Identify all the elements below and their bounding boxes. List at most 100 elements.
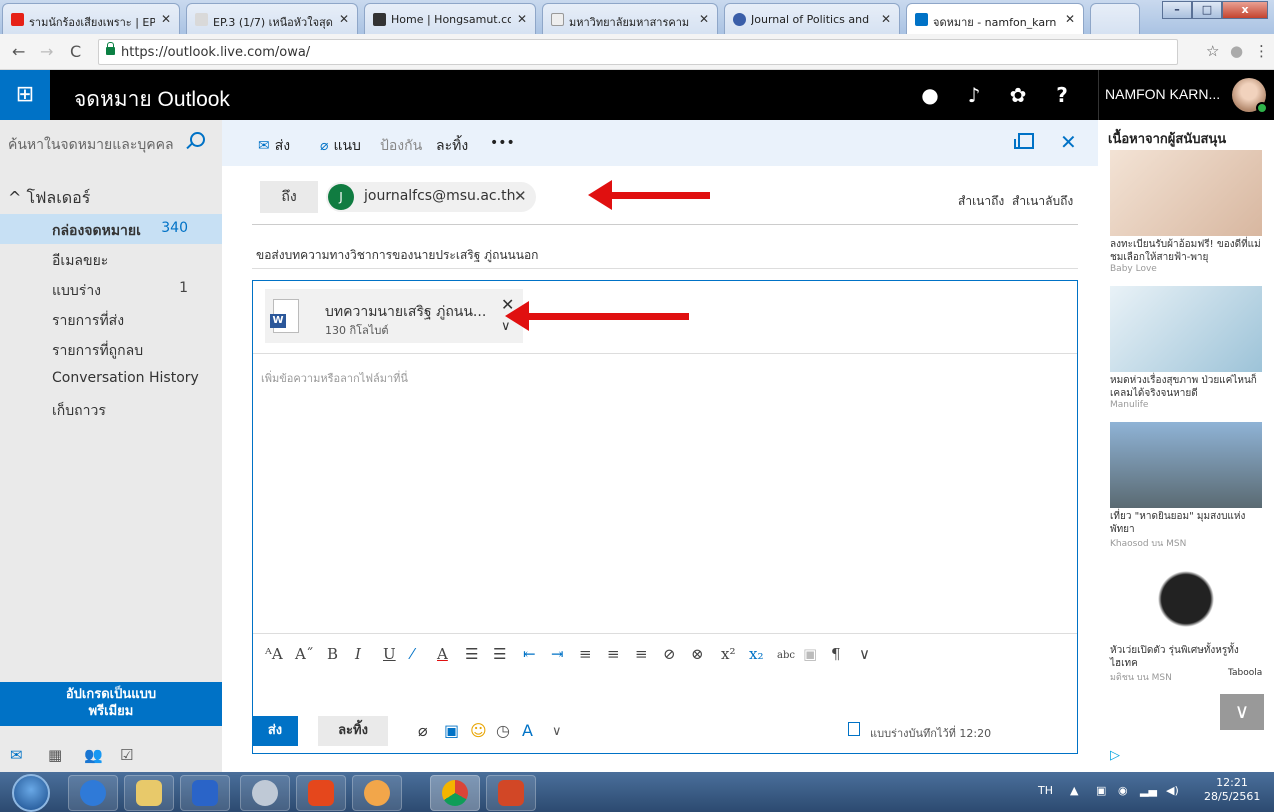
app-launcher-icon[interactable]: ⊞ [0, 70, 50, 120]
remove-recipient-icon[interactable]: ✕ [514, 187, 527, 205]
align-left-icon[interactable]: ≡ [579, 645, 592, 663]
folder-drafts[interactable]: แบบร่าง 1 [0, 274, 222, 304]
close-icon[interactable]: ✕ [1060, 130, 1077, 154]
send-button[interactable]: ส่ง [252, 716, 298, 746]
taskbar-app[interactable] [240, 775, 290, 811]
decrease-indent-icon[interactable]: ⇤ [523, 645, 536, 663]
folder-archive[interactable]: เก็บถาวร [0, 394, 222, 424]
underline-icon[interactable]: U [383, 645, 396, 663]
cmd-protect[interactable]: ป้องกัน [380, 135, 422, 157]
browser-tab[interactable]: Home | Hongsamut.co ✕ [364, 3, 536, 34]
recipient-chip[interactable]: J journalfcs@msu.ac.th ✕ [326, 182, 536, 212]
emoji-icon[interactable]: ☺ [470, 721, 487, 740]
close-tab-icon[interactable]: ✕ [1065, 12, 1075, 26]
taskbar-ie[interactable] [68, 775, 118, 811]
highlight-icon[interactable]: ⁄ [411, 645, 414, 663]
ad-item[interactable]: หัวเว่ยเปิดตัว รุ่นพิเศษทั้งหรูทั้งไฮเทค… [1110, 556, 1262, 684]
forward-icon[interactable]: → [40, 42, 53, 61]
maximize-button[interactable]: □ [1192, 1, 1222, 19]
calendar-icon[interactable]: ▦ [48, 746, 62, 764]
back-icon[interactable]: ← [12, 42, 25, 61]
align-right-icon[interactable]: ≡ [635, 645, 648, 663]
taskbar-media[interactable] [180, 775, 230, 811]
to-button[interactable]: ถึง [260, 181, 318, 213]
chevron-down-icon[interactable]: ∨ [859, 645, 870, 663]
language-indicator[interactable]: TH [1038, 784, 1053, 797]
people-icon[interactable]: 👥 [84, 746, 103, 764]
taskbar-office[interactable] [296, 775, 346, 811]
link-icon[interactable]: ⊘ [663, 645, 676, 663]
subject-field[interactable]: ขอส่งบทความทางวิชาการของนายประเสริฐ ภู่ถ… [256, 246, 538, 265]
more-options-icon[interactable]: ••• [490, 135, 515, 151]
chevron-down-icon[interactable]: ∨ [552, 724, 562, 739]
unlink-icon[interactable]: ⊗ [691, 645, 704, 663]
start-button[interactable] [12, 774, 50, 812]
folder-conversation-history[interactable]: Conversation History [0, 364, 222, 394]
browser-tab[interactable]: รามนักร้องเสียงเพราะ | EP ✕ [2, 3, 180, 34]
taskbar-explorer[interactable] [124, 775, 174, 811]
folder-junk[interactable]: อีเมลขยะ [0, 244, 222, 274]
body-input[interactable]: เพิ่มข้อความหรือลากไฟล์มาที่นี่ [261, 369, 408, 387]
popout-icon[interactable] [1014, 133, 1034, 149]
cmd-send[interactable]: ✉ ส่ง [258, 135, 290, 157]
folder-deleted[interactable]: รายการที่ถูกลบ [0, 334, 222, 364]
bookmark-star-icon[interactable]: ☆ [1206, 42, 1219, 60]
font-color-icon[interactable]: A [437, 645, 448, 663]
increase-indent-icon[interactable]: ⇥ [551, 645, 564, 663]
numbering-icon[interactable]: ☰ [493, 645, 506, 663]
app-title[interactable]: จดหมาย Outlook [74, 83, 230, 116]
extension-icon[interactable]: ● [1230, 42, 1243, 60]
browser-tab-active[interactable]: จดหมาย - namfon_karn ✕ [906, 3, 1084, 35]
search-box[interactable]: ค้นหาในจดหมายและบุคคล [0, 120, 222, 166]
upgrade-premium-button[interactable]: อัปเกรดเป็นแบบ พรีเมียม [0, 682, 222, 726]
superscript-icon[interactable]: x² [721, 645, 735, 663]
cc-link[interactable]: สำเนาถึง [958, 192, 1004, 211]
taskbar-app[interactable] [352, 775, 402, 811]
close-tab-icon[interactable]: ✕ [161, 12, 171, 26]
close-tab-icon[interactable]: ✕ [517, 12, 527, 26]
ad-item[interactable]: หมดห่วงเรื่องสุขภาพ ป่วยแค่ไหนก็เคลมได้จ… [1110, 286, 1262, 410]
attachment-card[interactable]: W บทความนายเสริฐ ภู่ถนน... 130 กิโลไบต์ … [265, 289, 523, 343]
discard-button[interactable]: ละทิ้ง [318, 716, 388, 746]
taboola-label[interactable]: Taboola [1228, 668, 1262, 678]
mail-icon[interactable]: ✉ [10, 746, 23, 764]
bcc-link[interactable]: สำเนาลับถึง [1012, 192, 1073, 211]
signal-icon[interactable]: ▂▄ [1140, 784, 1157, 797]
schedule-icon[interactable]: ◷ [496, 721, 510, 740]
italic-icon[interactable]: I [355, 645, 361, 663]
menu-icon[interactable]: ⋮ [1254, 42, 1269, 60]
volume-icon[interactable]: ◀) [1166, 784, 1179, 797]
cmd-attach[interactable]: ⌀ แนบ [320, 135, 361, 157]
new-tab-button[interactable] [1090, 3, 1140, 34]
search-input[interactable]: ค้นหาในจดหมายและบุคคล [8, 137, 174, 153]
tray-icon[interactable]: ▣ [1096, 784, 1106, 797]
browser-tab[interactable]: มหาวิทยาลัยมหาสารคาม M ✕ [542, 3, 718, 34]
insert-image-icon[interactable]: ▣ [803, 645, 817, 663]
adchoices-icon[interactable]: ▷ [1110, 748, 1120, 763]
user-menu[interactable]: NAMFON KARN... [1098, 70, 1274, 120]
bullets-icon[interactable]: ☰ [465, 645, 478, 663]
font-size-icon[interactable]: ᴬA [265, 645, 283, 663]
cmd-discard[interactable]: ละทิ้ง [436, 135, 468, 157]
browser-tab[interactable]: Journal of Politics and ✕ [724, 3, 900, 34]
folder-inbox[interactable]: กล่องจดหมายเ 340 [0, 214, 222, 244]
url-input[interactable]: https://outlook.live.com/owa/ [98, 39, 1178, 65]
strikethrough-icon[interactable]: abc [777, 650, 795, 661]
search-icon[interactable] [190, 132, 205, 147]
close-tab-icon[interactable]: ✕ [881, 12, 891, 26]
align-center-icon[interactable]: ≡ [607, 645, 620, 663]
taskbar-powerpoint[interactable] [486, 775, 536, 811]
chevron-down-icon[interactable]: ∨ [1220, 694, 1264, 730]
close-tab-icon[interactable]: ✕ [339, 12, 349, 26]
browser-tab[interactable]: EP.3 (1/7) เหนือหัวใจสุด ✕ [186, 3, 358, 34]
taskbar-chrome[interactable] [430, 775, 480, 811]
tray-chevron-icon[interactable]: ▲ [1070, 784, 1078, 797]
ad-item[interactable]: ลงทะเบียนรับผ้าอ้อมฟรี! ของดีที่แม่ชมเลื… [1110, 150, 1262, 274]
help-icon[interactable]: ? [1040, 70, 1084, 120]
bold-icon[interactable]: B [327, 645, 338, 663]
window-close-button[interactable]: x [1222, 1, 1268, 19]
clock[interactable]: 12:21 28/5/2561 [1204, 776, 1260, 804]
insert-picture-icon[interactable]: ▣ [444, 721, 459, 740]
folders-header[interactable]: ^ โฟลเดอร์ [8, 186, 90, 211]
ad-item[interactable]: เที่ยว "หาดยินยอม" มุมสงบแห่งพัทยา Khaos… [1110, 422, 1262, 550]
